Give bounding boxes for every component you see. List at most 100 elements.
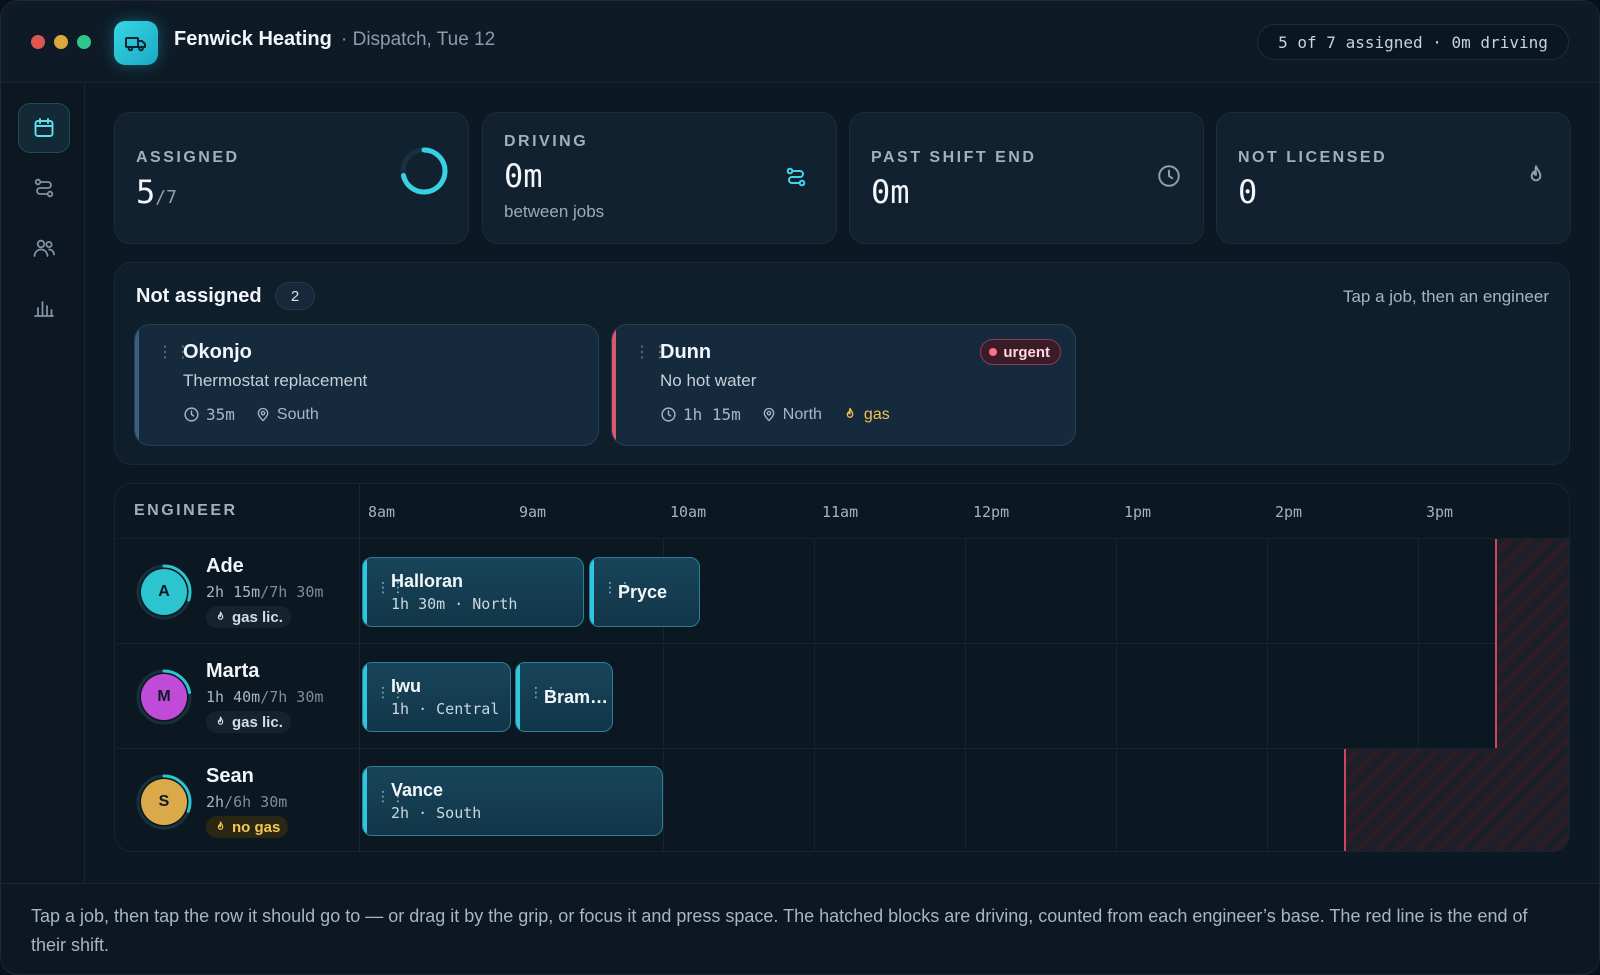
stat-driving-value: 0m xyxy=(504,157,543,195)
clock-icon xyxy=(1158,165,1180,187)
scheduled-job-vance[interactable]: ⋮⋮ Vance 2h · South xyxy=(362,766,663,836)
location-pin-icon xyxy=(763,407,775,422)
time-label: 1pm xyxy=(1124,503,1152,521)
stat-driving-label: DRIVING xyxy=(504,133,589,150)
job-name: Dunn xyxy=(660,341,712,363)
nav-schedule[interactable] xyxy=(18,103,70,153)
stat-driving: DRIVING 0m between jobs xyxy=(482,112,837,244)
engineer-name: Sean xyxy=(206,765,254,787)
maximize-window-button[interactable] xyxy=(77,35,91,49)
job-meta: 1h 15m North gas xyxy=(660,405,890,424)
scheduled-job-meta: 1h · Central xyxy=(391,700,500,718)
stat-assigned-label: ASSIGNED xyxy=(136,149,240,166)
van-icon xyxy=(114,21,158,65)
license-badge: gas lic. xyxy=(206,606,291,628)
scheduled-job-name: Iwu xyxy=(391,676,421,696)
scheduled-job-pryce[interactable]: ⋮⋮ Pryce xyxy=(589,557,700,627)
time-label: 2pm xyxy=(1275,503,1303,521)
scheduled-job-name: Vance xyxy=(391,780,444,800)
urgent-badge: urgent xyxy=(980,339,1061,365)
scheduled-job-bram[interactable]: ⋮⋮ Bram… xyxy=(515,662,613,732)
avatar: M xyxy=(141,674,187,720)
time-label: 9am xyxy=(519,503,547,521)
unassigned-hint: Tap a job, then an engineer xyxy=(1342,287,1549,306)
clock-icon xyxy=(661,407,676,422)
flame-icon xyxy=(1530,165,1542,182)
route-icon xyxy=(34,178,54,198)
scheduled-job-iwu[interactable]: ⋮⋮ Iwu 1h · Central xyxy=(362,662,511,732)
engineer-hours: 2h 15m/7h 30m xyxy=(206,583,324,601)
bar-chart-icon xyxy=(34,301,54,317)
route-icon xyxy=(786,167,806,187)
engineer-row-ade[interactable]: A Ade 2h 15m/7h 30m gas lic. xyxy=(115,539,359,644)
job-name: Okonjo xyxy=(183,341,252,363)
time-label: 12pm xyxy=(973,503,1010,521)
job-description: No hot water xyxy=(660,371,757,390)
minimize-window-button[interactable] xyxy=(54,35,68,49)
stat-assigned: ASSIGNED 5/7 xyxy=(114,112,469,244)
flame-icon xyxy=(217,611,224,620)
gas-tag: gas xyxy=(863,405,890,423)
stat-past-shift: PAST SHIFT END 0m xyxy=(849,112,1204,244)
job-card-dunn[interactable]: ⋮⋮ Dunn urgent No hot water 1h 15m North… xyxy=(611,324,1076,446)
engineer-row-marta[interactable]: M Marta 1h 40m/7h 30m gas lic. xyxy=(115,644,359,749)
schedule-board: ENGINEER 8am 9am 10am 11am 12pm 1pm 2pm … xyxy=(114,483,1570,852)
license-badge: no gas xyxy=(206,816,289,838)
location-pin-icon xyxy=(257,407,269,422)
job-meta: 35m South xyxy=(183,405,333,424)
avatar: S xyxy=(141,779,187,825)
scheduled-job-name: Pryce xyxy=(618,582,668,602)
flame-icon xyxy=(846,407,854,418)
nav-engineers[interactable] xyxy=(18,223,70,273)
scheduled-job-meta: 2h · South xyxy=(391,804,482,822)
engineer-column-header: ENGINEER xyxy=(134,502,238,519)
app-subtitle: · Dispatch, Tue 12 xyxy=(341,29,496,50)
flame-icon xyxy=(217,716,224,725)
scheduled-job-name: Bram… xyxy=(544,687,609,707)
calendar-icon xyxy=(34,118,54,137)
help-text: Tap a job, then tap the row it should go… xyxy=(31,906,1528,955)
job-area: North xyxy=(782,405,822,423)
app-window: Fenwick Heating · Dispatch, Tue 12 5 of … xyxy=(0,0,1600,975)
assigned-progress-ring xyxy=(400,147,448,195)
engineer-hours: 1h 40m/7h 30m xyxy=(206,688,324,706)
job-duration: 1h 15m xyxy=(683,405,741,424)
clock-icon xyxy=(184,407,199,422)
stat-past-shift-value: 0m xyxy=(871,173,910,211)
engineer-name: Ade xyxy=(206,555,244,577)
urgent-dot-icon xyxy=(989,348,998,356)
unassigned-title: Not assigned xyxy=(136,285,262,307)
job-duration: 35m xyxy=(206,405,235,424)
job-area: South xyxy=(276,405,319,423)
engineer-row-sean[interactable]: S Sean 2h/6h 30m no gas xyxy=(115,749,359,851)
shift-end-line xyxy=(1495,539,1497,748)
title-bar: Fenwick Heating · Dispatch, Tue 12 5 of … xyxy=(1,1,1599,83)
time-label: 8am xyxy=(368,503,396,521)
close-window-button[interactable] xyxy=(31,35,45,49)
stat-driving-note: between jobs xyxy=(504,202,605,221)
job-card-okonjo[interactable]: ⋮⋮ Okonjo Thermostat replacement 35m Sou… xyxy=(134,324,599,446)
people-icon xyxy=(33,239,55,257)
time-label: 10am xyxy=(670,503,707,521)
stat-not-licensed-label: NOT LICENSED xyxy=(1238,149,1388,166)
job-description: Thermostat replacement xyxy=(183,371,368,390)
avatar: A xyxy=(141,569,187,615)
assignment-summary: 5 of 7 assigned · 0m driving xyxy=(1257,24,1569,60)
nav-reports[interactable] xyxy=(18,283,70,333)
scheduled-job-meta: 1h 30m · North xyxy=(391,595,518,613)
time-label: 3pm xyxy=(1426,503,1454,521)
driving-hatch xyxy=(1496,539,1569,748)
sidebar xyxy=(1,83,85,883)
engineer-name: Marta xyxy=(206,660,260,682)
scheduled-job-name: Halloran xyxy=(391,571,464,591)
stat-assigned-value: 5/7 xyxy=(136,173,177,211)
nav-routes[interactable] xyxy=(18,163,70,213)
driving-hatch xyxy=(1345,749,1569,851)
license-badge: gas lic. xyxy=(206,711,291,733)
unassigned-count: 2 xyxy=(275,282,315,310)
time-label: 11am xyxy=(822,503,859,521)
flame-icon xyxy=(217,821,224,830)
scheduled-job-halloran[interactable]: ⋮⋮ Halloran 1h 30m · North xyxy=(362,557,584,627)
shift-end-line xyxy=(1344,749,1346,851)
app-title: Fenwick Heating xyxy=(174,28,332,50)
